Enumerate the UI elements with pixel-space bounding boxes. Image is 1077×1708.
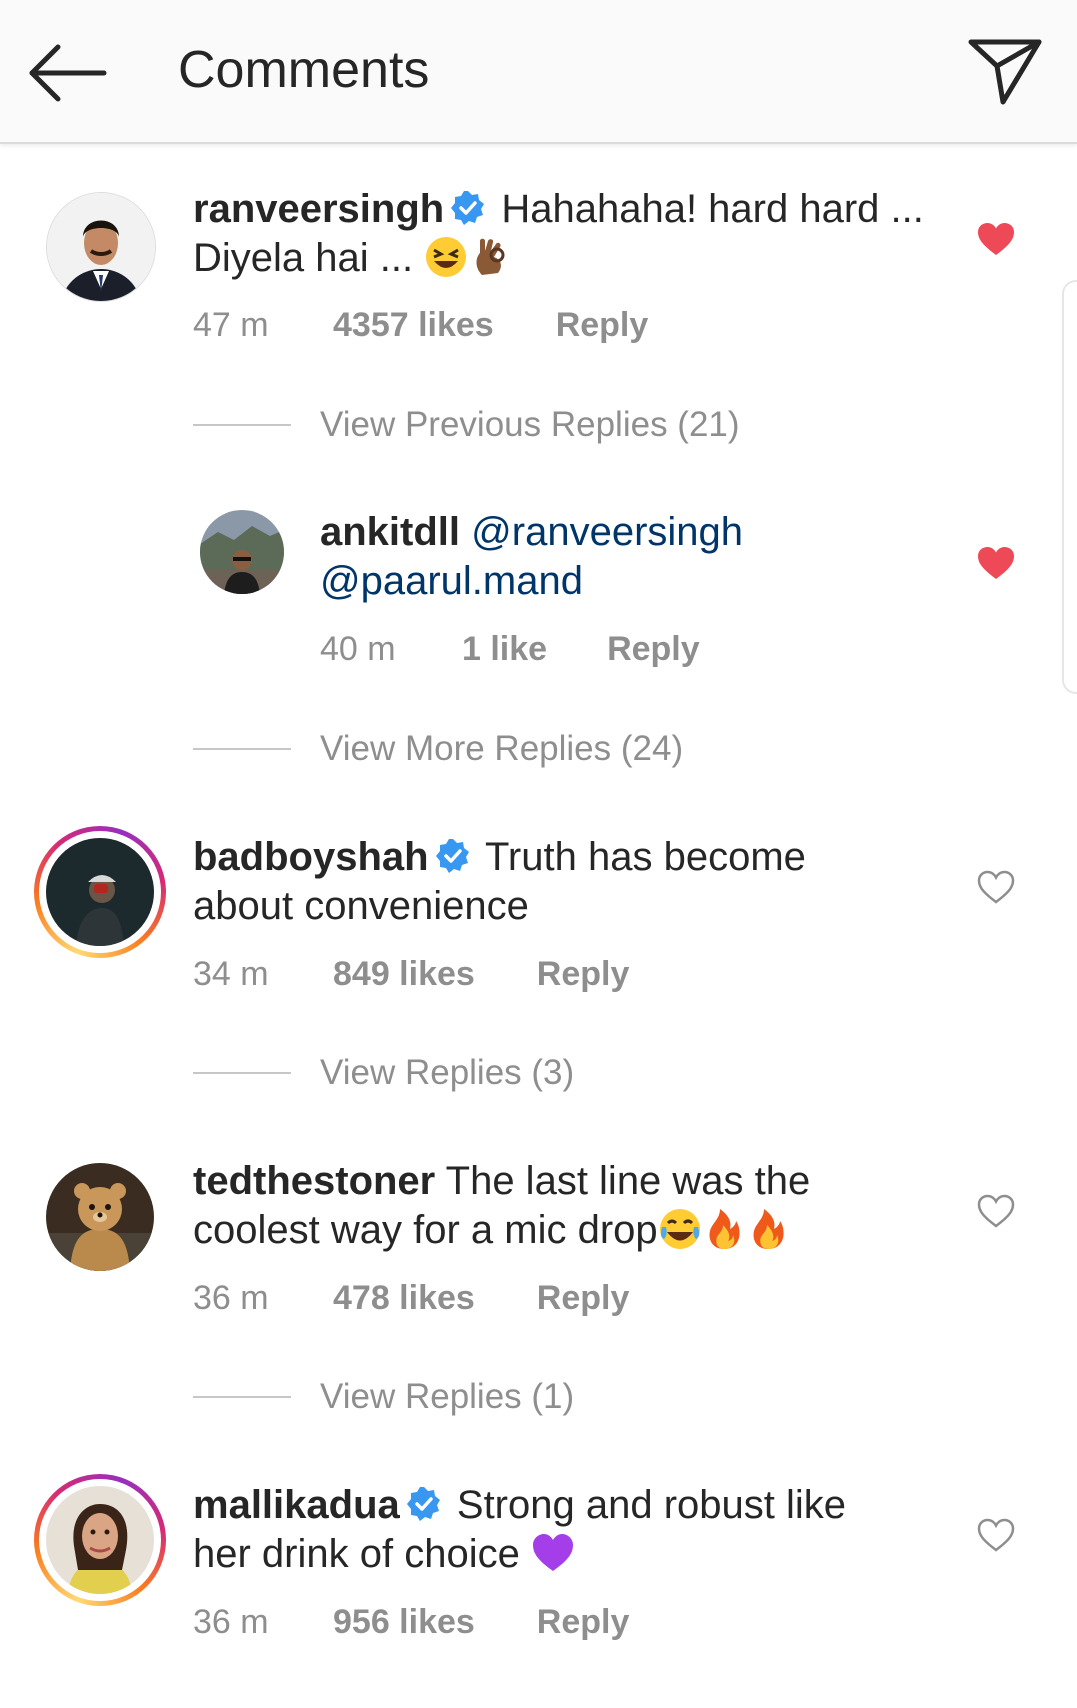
comment-meta: 34 m 849 likes Reply <box>193 955 629 994</box>
avatar[interactable] <box>200 510 284 594</box>
replies-divider <box>193 1072 291 1074</box>
verified-badge-icon <box>435 837 471 873</box>
comment-body: Truth has become <box>484 835 806 879</box>
comment-time: 40 m <box>320 630 396 668</box>
grinning-squinting-face-emoji-icon <box>424 235 468 279</box>
avatar[interactable] <box>46 192 156 302</box>
comment-username[interactable]: ranveersingh <box>193 187 444 231</box>
comment-body: coolest way for a mic drop <box>193 1208 658 1252</box>
view-replies-link[interactable]: View More Replies (24) <box>320 729 683 769</box>
replies-divider <box>193 1396 291 1398</box>
heart-filled-icon[interactable] <box>976 221 1016 257</box>
send-direct-icon[interactable] <box>965 32 1045 112</box>
view-replies-link[interactable]: View Replies (3) <box>320 1053 574 1093</box>
story-ring[interactable] <box>34 1474 166 1606</box>
like-count[interactable]: 478 likes <box>333 1279 475 1318</box>
reply-button[interactable]: Reply <box>607 630 700 669</box>
comment-body: Diyela hai ... <box>193 236 414 280</box>
like-count[interactable]: 849 likes <box>333 955 475 994</box>
fire-emoji-icon <box>702 1207 746 1251</box>
comment-username[interactable]: ankitdll <box>320 510 460 554</box>
like-count[interactable]: 956 likes <box>333 1603 475 1642</box>
heart-filled-icon[interactable] <box>976 545 1016 581</box>
replies-divider <box>193 748 291 750</box>
comment-username[interactable]: badboyshah <box>193 835 429 879</box>
view-replies-link[interactable]: View Replies (1) <box>320 1377 574 1417</box>
avatar[interactable] <box>46 838 154 946</box>
comment-meta: 40 m 1 like Reply <box>320 630 700 669</box>
story-ring[interactable] <box>34 826 166 958</box>
comment-body: her drink of choice <box>193 1532 520 1576</box>
page-title: Comments <box>178 41 430 99</box>
fire-emoji-icon <box>746 1207 790 1251</box>
comment-meta: 36 m 956 likes Reply <box>193 1603 629 1642</box>
back-arrow-icon[interactable] <box>26 38 110 108</box>
mention-link[interactable]: @paarul.mand <box>320 559 583 603</box>
reply-button[interactable]: Reply <box>537 1603 630 1642</box>
like-count[interactable]: 1 like <box>462 630 547 669</box>
comment-body: The last line was the <box>445 1159 811 1203</box>
comment-text: mallikadua Strong and robust like her dr… <box>193 1481 973 1579</box>
comment-text: ankitdll @ranveersingh @paarul.mand <box>320 508 940 606</box>
comment-body: about convenience <box>193 884 529 928</box>
reply-button[interactable]: Reply <box>537 1279 630 1318</box>
verified-badge-icon <box>406 1485 442 1521</box>
like-count[interactable]: 4357 likes <box>333 306 494 345</box>
comment-text: tedthestoner The last line was the coole… <box>193 1157 973 1255</box>
heart-outline-icon[interactable] <box>976 1517 1016 1553</box>
comment-body: Strong and robust like <box>456 1483 847 1527</box>
comment-meta: 36 m 478 likes Reply <box>193 1279 629 1318</box>
comment-time: 36 m <box>193 1279 269 1317</box>
ok-hand-emoji-icon <box>468 235 512 279</box>
reply-button[interactable]: Reply <box>556 306 649 345</box>
replies-divider <box>193 424 291 426</box>
avatar[interactable] <box>46 1163 154 1271</box>
verified-badge-icon <box>450 189 486 225</box>
view-replies-link[interactable]: View Previous Replies (21) <box>320 405 740 445</box>
scroll-edge <box>1062 280 1077 694</box>
comment-text: ranveersingh Hahahaha! hard hard ... Diy… <box>193 185 953 283</box>
comment-meta: 47 m 4357 likes Reply <box>193 306 648 345</box>
face-with-tears-of-joy-emoji-icon <box>658 1207 702 1251</box>
comment-time: 47 m <box>193 306 269 344</box>
comment-time: 34 m <box>193 955 269 993</box>
mention-link[interactable]: @ranveersingh <box>471 510 743 554</box>
comment-time: 36 m <box>193 1603 269 1641</box>
comment-username[interactable]: mallikadua <box>193 1483 400 1527</box>
reply-button[interactable]: Reply <box>537 955 630 994</box>
comment-text: badboyshah Truth has become about conven… <box>193 833 953 931</box>
top-bar: Comments <box>0 0 1077 144</box>
heart-outline-icon[interactable] <box>976 869 1016 905</box>
comment-body: Hahahaha! hard hard ... <box>501 187 924 231</box>
purple-heart-emoji-icon <box>531 1531 575 1575</box>
avatar[interactable] <box>46 1486 154 1594</box>
comment-username[interactable]: tedthestoner <box>193 1159 435 1203</box>
heart-outline-icon[interactable] <box>976 1193 1016 1229</box>
